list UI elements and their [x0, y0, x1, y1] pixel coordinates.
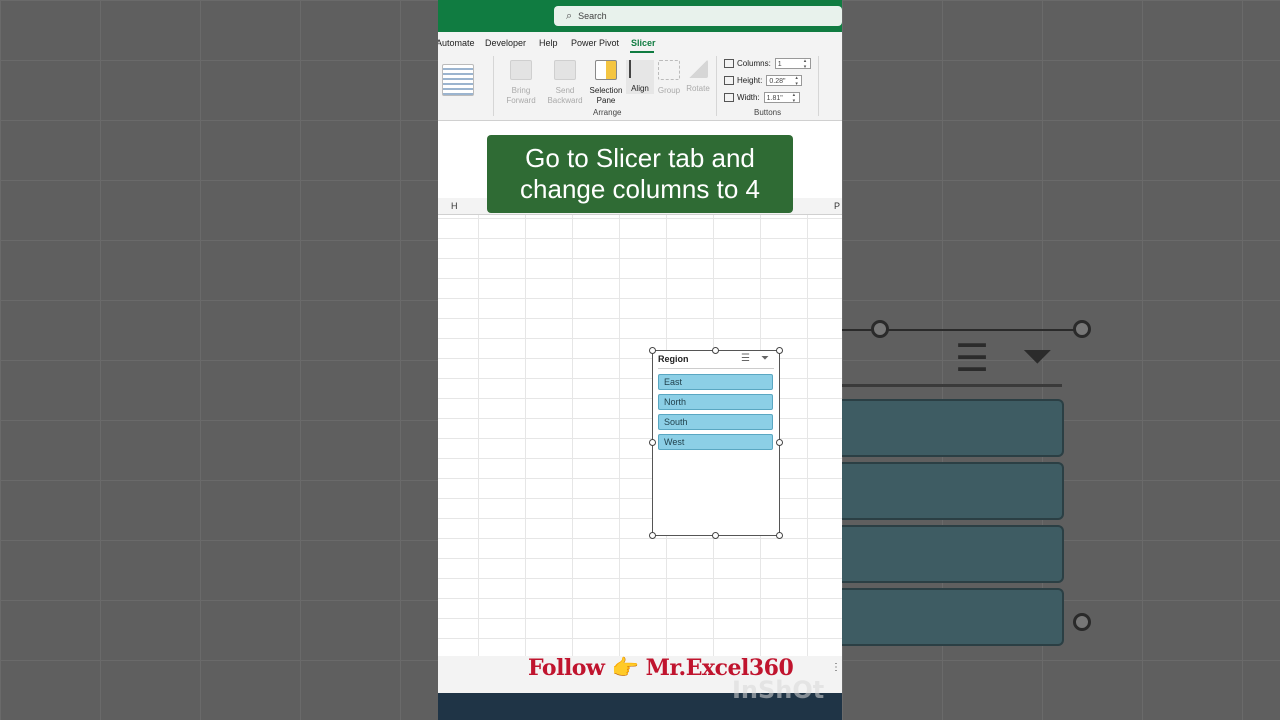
- selection-pane-icon: [595, 60, 617, 80]
- zoom-header-divider: [842, 384, 1062, 387]
- buttons-group-label: Buttons: [754, 108, 782, 117]
- tab-automate[interactable]: Automate: [438, 38, 475, 48]
- watermark: InShOt: [732, 676, 825, 704]
- column-header-h[interactable]: H: [451, 201, 458, 211]
- send-backward-button[interactable]: Send Backward: [544, 60, 586, 106]
- width-icon: [724, 93, 734, 102]
- background-left-zoom: [0, 0, 438, 720]
- title-bar: ⌕ Search: [438, 0, 842, 32]
- send-backward-icon: [554, 60, 576, 80]
- search-icon: ⌕: [566, 9, 573, 22]
- selection-pane-button[interactable]: Selection Pane: [588, 60, 624, 106]
- slicer-styles-gallery[interactable]: [438, 64, 478, 102]
- bring-forward-icon: [510, 60, 532, 80]
- tab-slicer[interactable]: Slicer: [631, 38, 656, 48]
- columns-input[interactable]: 1: [774, 58, 811, 70]
- multi-select-icon[interactable]: ☰: [741, 353, 750, 364]
- height-field: Height: 0.28": [724, 75, 803, 87]
- slicer-item-west[interactable]: West: [658, 434, 773, 450]
- group-button[interactable]: Group: [656, 60, 682, 96]
- region-slicer[interactable]: Region ☰ ⏷ East North South West: [652, 350, 780, 536]
- height-input[interactable]: 0.28": [766, 75, 803, 87]
- zoom-handle-icon: [871, 320, 889, 338]
- multi-select-icon: ☰: [955, 338, 990, 380]
- resize-handle-top[interactable]: [712, 347, 719, 354]
- zoom-slicer-item: [842, 588, 1064, 646]
- height-label: Height:: [737, 76, 763, 85]
- search-box[interactable]: ⌕ Search: [554, 6, 842, 26]
- column-header-p[interactable]: P: [834, 201, 840, 211]
- tab-help[interactable]: Help: [539, 38, 558, 48]
- resize-handle-top-left[interactable]: [649, 347, 656, 354]
- zoom-handle-icon: [1073, 320, 1091, 338]
- zoom-handle-icon: [1073, 613, 1091, 631]
- group-icon: [658, 60, 680, 80]
- rotate-icon: [688, 60, 708, 78]
- clear-filter-icon: ⏷: [1022, 336, 1053, 378]
- active-tab-indicator: [630, 51, 654, 53]
- slicer-item-east[interactable]: East: [658, 374, 773, 390]
- align-label: Align: [631, 84, 649, 93]
- zoom-slicer-item: [842, 462, 1064, 520]
- resize-handle-left[interactable]: [649, 439, 656, 446]
- columns-label: Columns:: [737, 59, 771, 68]
- width-field: Width: 1.81": [724, 92, 800, 104]
- group-separator: [493, 56, 494, 116]
- resize-handle-bottom-right[interactable]: [776, 532, 783, 539]
- zoom-slicer-item: [842, 399, 1064, 457]
- slicer-item-south[interactable]: South: [658, 414, 773, 430]
- width-label: Width:: [737, 93, 760, 102]
- align-button[interactable]: Align: [626, 60, 654, 94]
- arrange-group-label: Arrange: [593, 108, 622, 117]
- group-label: Group: [657, 86, 681, 95]
- search-label: Search: [578, 11, 607, 21]
- width-input[interactable]: 1.81": [763, 92, 800, 104]
- instruction-overlay: Go to Slicer tab and change columns to 4: [487, 135, 793, 213]
- send-backward-label: Send Backward: [547, 86, 583, 105]
- bring-forward-button[interactable]: Bring Forward: [502, 60, 540, 106]
- slicer-header-divider: [658, 368, 774, 369]
- rotate-label: Rotate: [686, 84, 710, 93]
- resize-handle-bottom-left[interactable]: [649, 532, 656, 539]
- clear-filter-icon[interactable]: ⏷: [761, 353, 769, 364]
- zoom-slicer-item: [842, 525, 1064, 583]
- height-icon: [724, 76, 734, 85]
- tab-developer[interactable]: Developer: [485, 38, 526, 48]
- overlay-line-2: change columns to 4: [520, 174, 760, 204]
- group-separator: [716, 56, 717, 116]
- columns-field: Columns: 1: [724, 58, 811, 70]
- bring-forward-label: Bring Forward: [506, 86, 536, 105]
- ribbon: Bring Forward Send Backward Selection Pa…: [438, 54, 842, 121]
- styles-gallery-icon: [442, 64, 474, 96]
- excel-window: ⌕ Search Automate Developer Help Power P…: [438, 0, 842, 720]
- align-icon: [629, 60, 651, 78]
- resize-handle-top-right[interactable]: [776, 347, 783, 354]
- rotate-button[interactable]: Rotate: [684, 60, 712, 94]
- slicer-item-north[interactable]: North: [658, 394, 773, 410]
- slicer-title: Region: [658, 354, 689, 364]
- resize-handle-right[interactable]: [776, 439, 783, 446]
- resize-handle-bottom[interactable]: [712, 532, 719, 539]
- ribbon-tabs: Automate Developer Help Power Pivot Slic…: [438, 32, 842, 54]
- columns-icon: [724, 59, 734, 68]
- more-options-icon[interactable]: ⋮: [831, 662, 841, 673]
- tab-power-pivot[interactable]: Power Pivot: [571, 38, 619, 48]
- selection-pane-label: Selection Pane: [589, 86, 623, 105]
- worksheet-grid[interactable]: [438, 198, 842, 656]
- overlay-line-1: Go to Slicer tab and: [525, 143, 755, 173]
- group-separator: [818, 56, 819, 116]
